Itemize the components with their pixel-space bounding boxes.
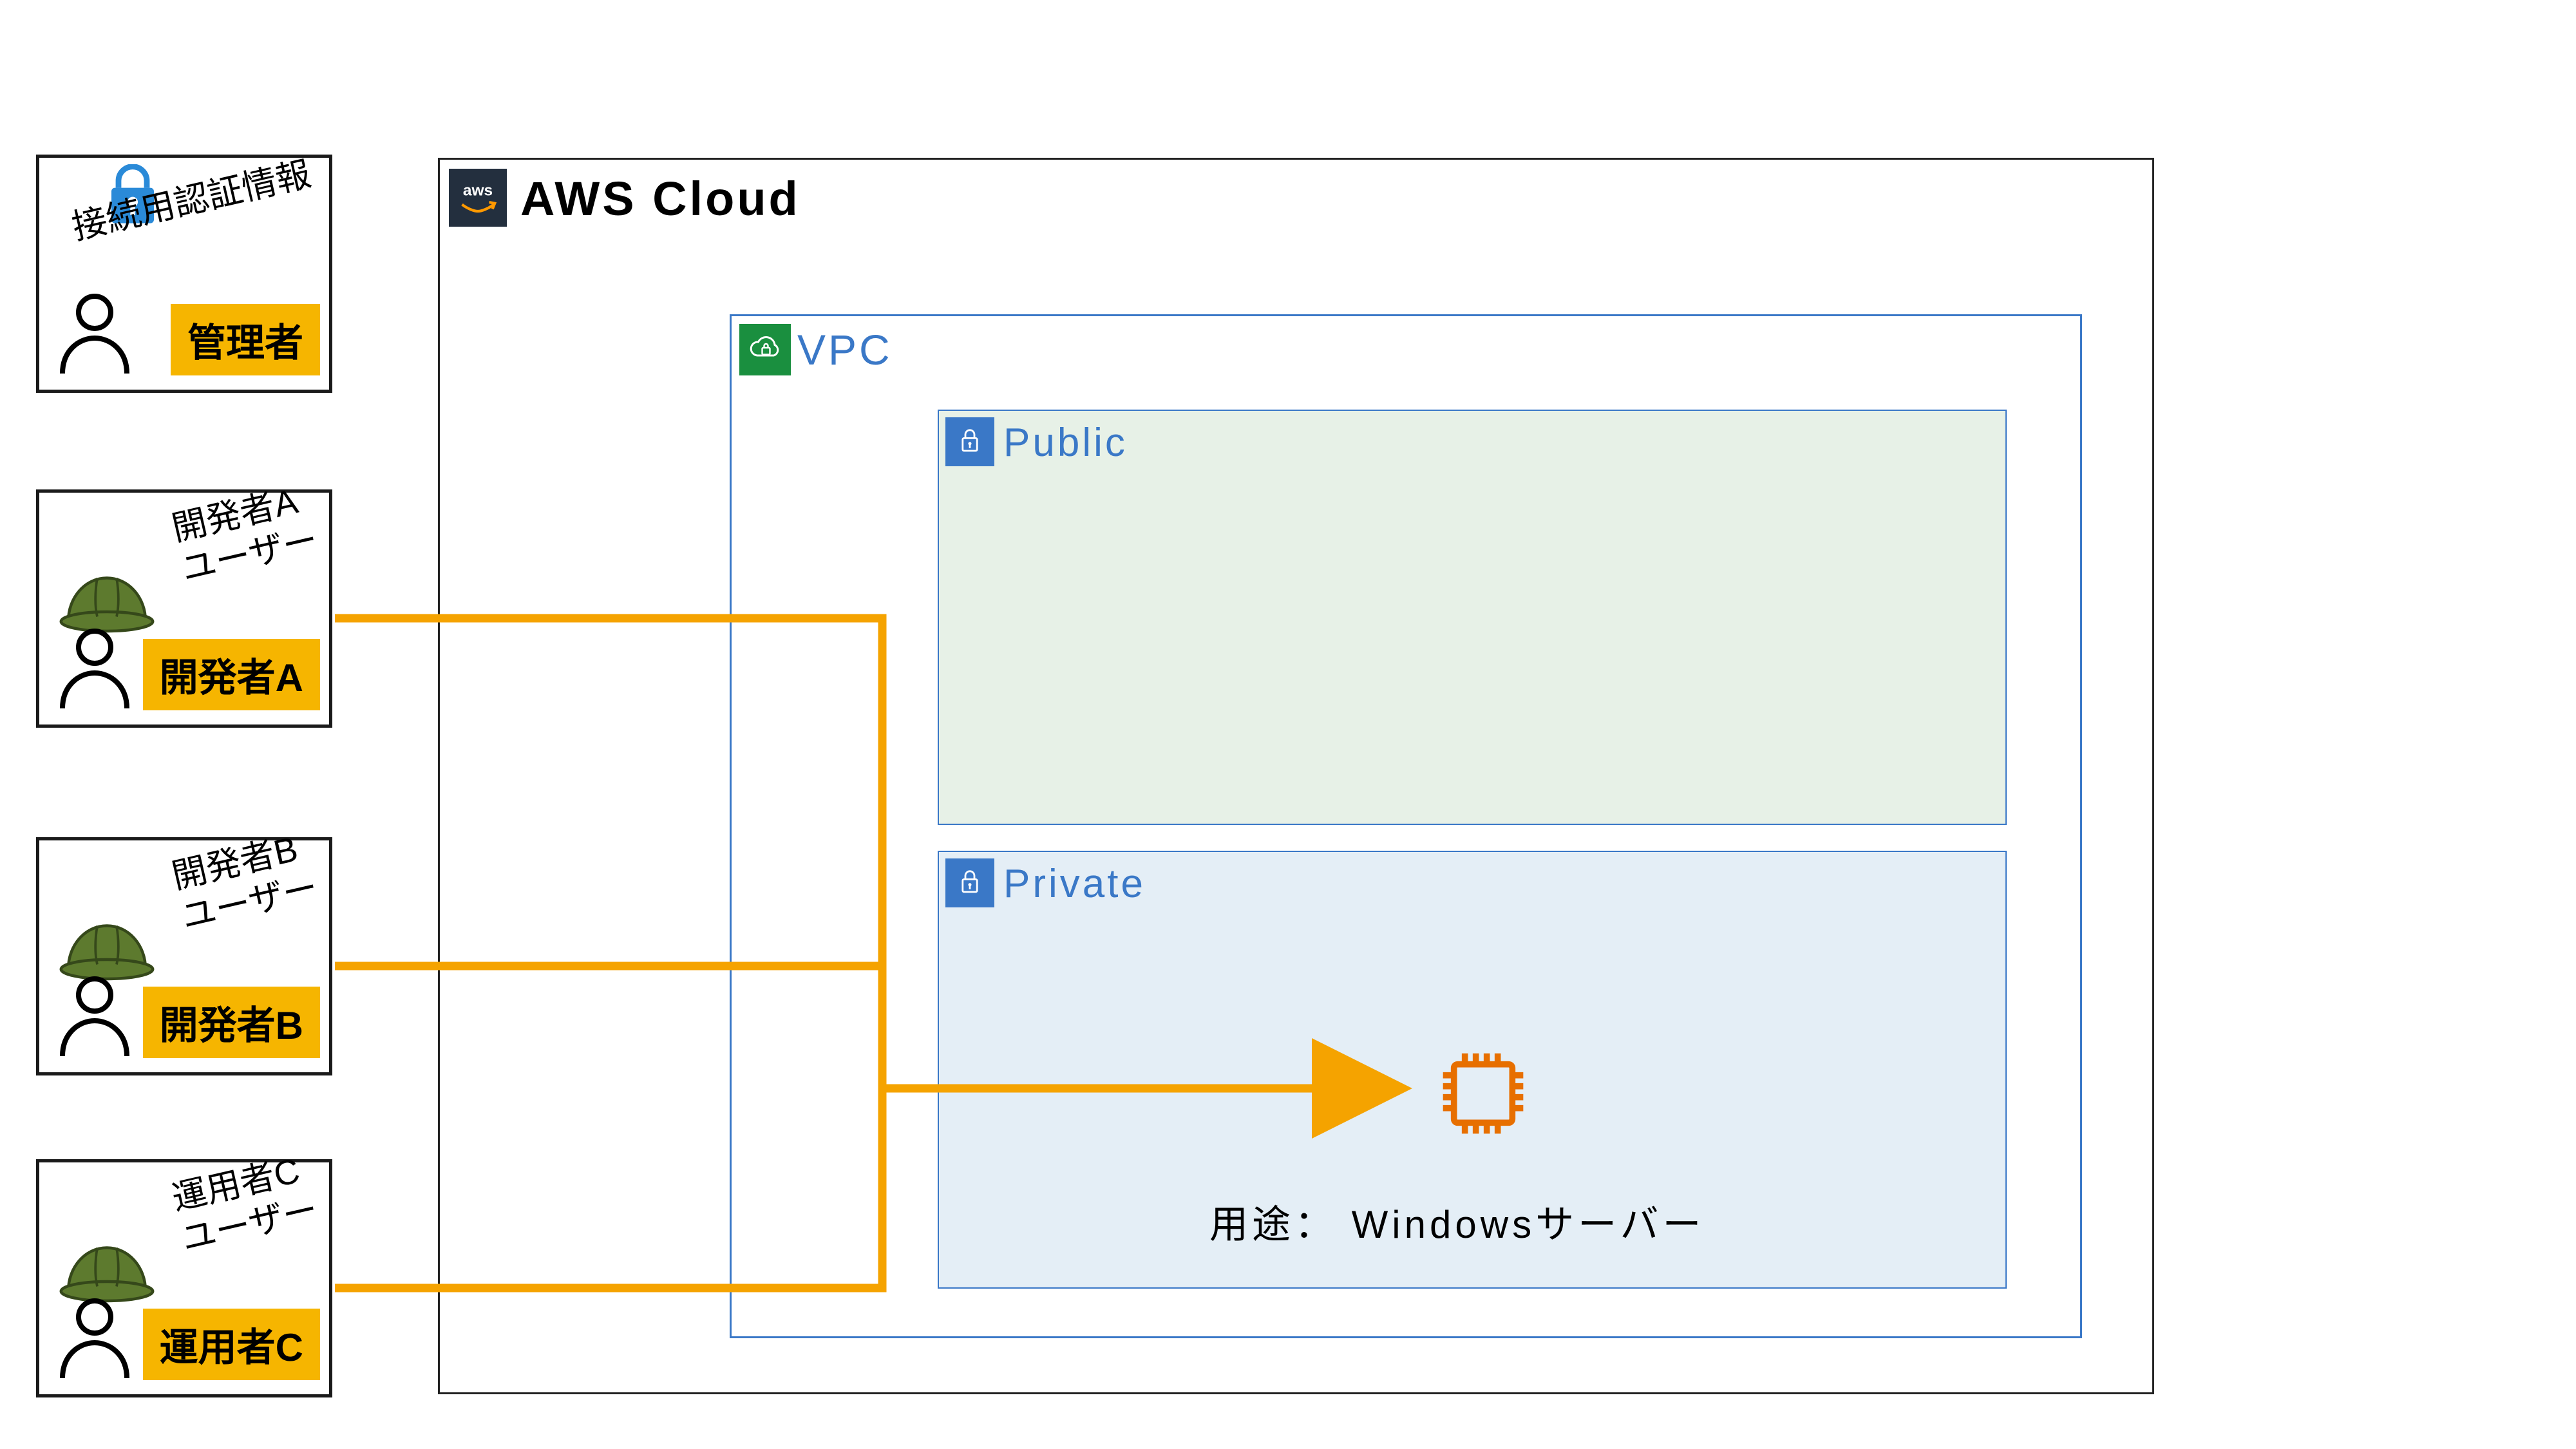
user-card-devA: 開発者A ユーザー 開発者A (36, 489, 332, 728)
aws-logo-icon: aws (449, 169, 507, 227)
aws-cloud-box: aws AWS Cloud VPC Pub (438, 158, 2154, 1394)
user-card-devB: 開発者B ユーザー 開発者B (36, 837, 332, 1075)
subnet-private: Private 用途： Windowsサーバー (938, 851, 2007, 1289)
user-card-admin: 接続用認証情報 管理者 (36, 155, 332, 393)
user-card-opC: 運用者C ユーザー 運用者C (36, 1159, 332, 1397)
devA-tilt-label: 開発者A ユーザー (168, 478, 322, 591)
person-icon (56, 1294, 133, 1381)
subnet-public: Public (938, 410, 2007, 825)
subnet-private-title: Private (1003, 861, 1146, 907)
person-icon (56, 972, 133, 1059)
opC-tilt-label: 運用者C ユーザー (168, 1148, 322, 1261)
role-badge-opC: 運用者C (143, 1309, 320, 1380)
vpc-box: VPC Public (730, 314, 2082, 1338)
role-badge-devB: 開発者B (143, 987, 320, 1058)
subnet-icon (945, 417, 994, 466)
role-badge-devA: 開発者A (143, 639, 320, 710)
subnet-public-title: Public (1003, 420, 1128, 466)
server-caption: 用途： Windowsサーバー (1209, 1193, 1705, 1249)
subnet-icon (945, 858, 994, 907)
devB-tilt-label: 開発者B ユーザー (168, 826, 322, 939)
svg-text:aws: aws (463, 182, 493, 200)
role-badge-admin: 管理者 (171, 304, 320, 375)
vpc-title: VPC (797, 325, 893, 374)
person-icon (56, 625, 133, 712)
person-icon (56, 290, 133, 377)
cloud-title: AWS Cloud (520, 171, 800, 226)
vpc-icon (739, 324, 791, 375)
ec2-icon (1428, 1039, 1538, 1151)
